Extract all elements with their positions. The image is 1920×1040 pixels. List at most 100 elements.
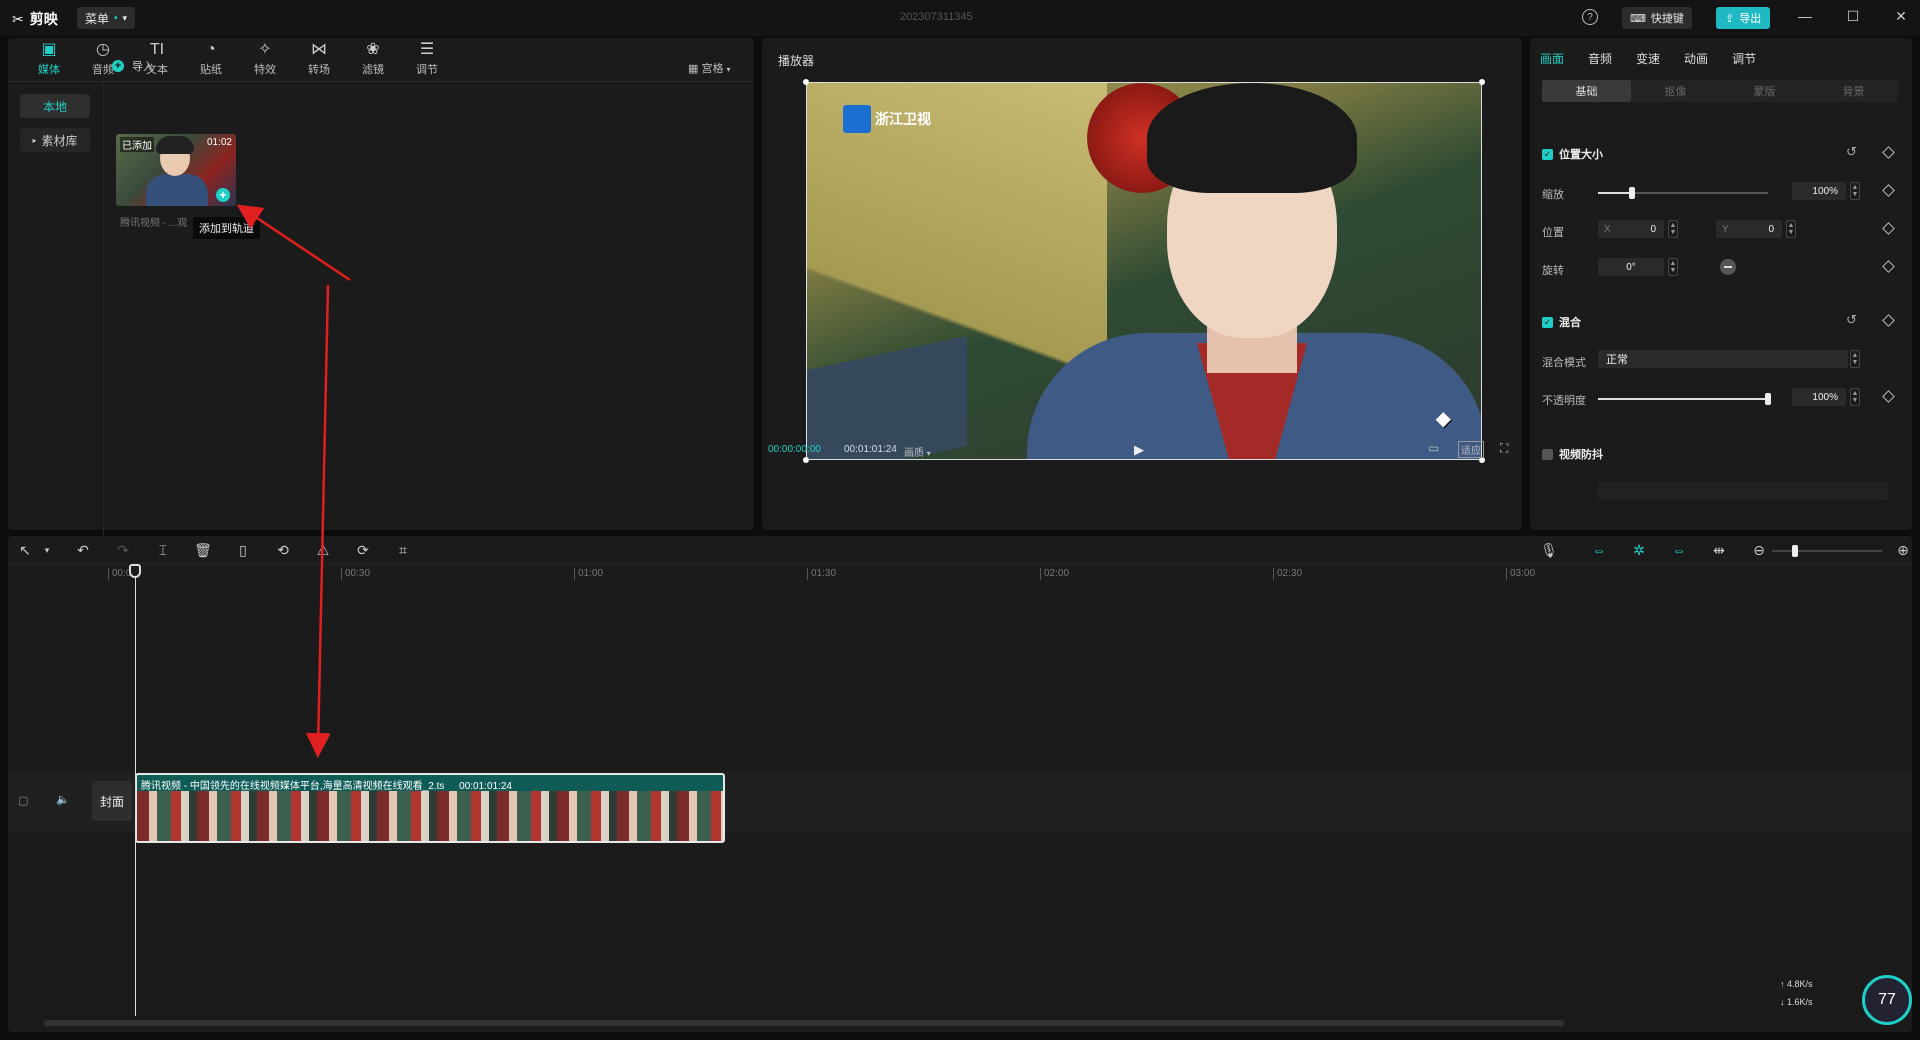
resize-handle[interactable] [803,79,809,85]
microphone-icon[interactable]: 🎙 [1540,542,1558,558]
help-icon[interactable]: ? [1582,9,1598,25]
sidebar-item-library[interactable]: ▸ 素材库 [20,128,90,152]
crop-icon[interactable]: ⌗ [394,542,412,558]
grid-icon: ▦ [688,63,699,75]
main-track-magnet-icon[interactable]: ⇔ [1590,542,1608,558]
track-lock-icon[interactable]: ▢ [18,794,28,807]
shortcut-button[interactable]: ⌨ 快捷键 [1622,7,1692,29]
fullscreen-icon[interactable]: ⛶ [1500,441,1508,456]
keyframe-icon[interactable] [1882,314,1895,327]
slider-knob[interactable] [1629,187,1635,199]
position-size-section[interactable]: ✓ 位置大小 [1542,146,1603,162]
redo-icon[interactable]: ↷ [114,542,132,558]
resize-handle[interactable] [803,457,809,463]
menu-button[interactable]: 菜单 • ▾ [77,7,136,29]
y-prefix: Y [1722,223,1729,235]
checkbox-checked-icon[interactable]: ✓ [1542,316,1553,328]
property-subtab[interactable]: 抠像 [1631,80,1720,102]
property-subtab[interactable]: 基础 [1542,80,1631,102]
maximize-icon[interactable]: ☐ [1843,8,1863,25]
rotate-dial[interactable] [1720,259,1736,275]
reset-icon[interactable]: ↺ [1846,144,1857,160]
opacity-slider[interactable] [1598,393,1771,405]
stabilize-section[interactable]: 视频防抖 [1542,446,1603,462]
property-tab[interactable]: 音频 [1588,50,1612,67]
keyframe-icon[interactable] [1882,146,1895,159]
time-ruler[interactable]: 00:00 00:30 01:00 01:30 02:00 02:30 03:00 [8,564,1912,584]
reverse-icon[interactable]: ⟲ [274,542,292,558]
scale-slider[interactable] [1598,187,1768,199]
blend-mode-select[interactable]: 正常 [1598,350,1848,368]
tab-sticker[interactable]: ◔ 贴纸 [184,38,238,81]
zoom-out-icon[interactable]: ⊖ [1750,542,1768,558]
play-icon[interactable]: ▶ [1134,442,1144,458]
property-tab[interactable]: 变速 [1636,50,1660,67]
property-tab[interactable]: 画面 [1540,50,1564,67]
rotate-stepper[interactable]: ▲ ▼ [1668,258,1678,276]
cover-button[interactable]: 封面 [92,781,132,821]
delete-icon[interactable]: 🗑 [194,542,212,558]
property-subtab[interactable]: 蒙版 [1720,80,1809,102]
resize-handle[interactable] [1479,79,1485,85]
property-tab[interactable]: 动画 [1684,50,1708,67]
preview-axis-icon[interactable]: ⇹ [1710,542,1728,558]
rotate-input[interactable]: 0° [1598,258,1664,276]
quality-dropdown[interactable]: 画质 ▾ [904,444,931,459]
minimize-icon[interactable]: — [1795,8,1815,24]
tab-filter[interactable]: ❀ 滤镜 [346,38,400,81]
tab-effects[interactable]: ✧ 特效 [238,38,292,81]
zoom-slider-knob[interactable] [1792,545,1798,557]
opacity-stepper[interactable]: ▲ ▼ [1850,388,1860,406]
opacity-input[interactable]: 100% [1792,388,1846,406]
keyframe-icon[interactable] [1882,184,1895,197]
keyframe-icon[interactable] [1882,222,1895,235]
tab-transition[interactable]: ⋈ 转场 [292,38,346,81]
chevron-down-icon[interactable]: ▾ [38,542,56,558]
playhead-handle[interactable] [129,564,141,578]
property-subtab[interactable]: 背景 [1809,80,1898,102]
tab-adjust[interactable]: ☰ 调节 [400,38,454,81]
linkage-icon[interactable]: ⇔ [1670,542,1688,558]
ratio-button[interactable]: 适应 [1458,441,1484,458]
auto-snap-icon[interactable]: ✲ [1630,542,1648,558]
track-audio-icon[interactable]: 🔈 [56,793,70,806]
scale-stepper[interactable]: ▲ ▼ [1850,182,1860,200]
blend-mode-stepper[interactable]: ▲ ▼ [1850,350,1860,368]
checkbox-unchecked-icon[interactable] [1542,448,1553,460]
position-x-input[interactable]: X 0 [1598,220,1664,238]
add-to-track-icon[interactable]: + [216,188,230,202]
zoom-slider[interactable] [1772,545,1882,557]
playhead-line[interactable] [135,566,136,1016]
adjust-icon: ☰ [419,41,435,58]
mirror-icon[interactable]: ⚠ [314,542,332,558]
split-icon[interactable]: ⌶ [154,542,172,558]
sidebar-item-local[interactable]: 本地 [20,94,90,118]
import-button[interactable]: + 导入 [112,58,154,74]
view-mode-dropdown[interactable]: ▦ 宫格 ▾ [688,60,731,76]
blend-section[interactable]: ✓ 混合 [1542,314,1581,330]
checkbox-checked-icon[interactable]: ✓ [1542,148,1553,160]
scale-input[interactable]: 100% [1792,182,1846,200]
position-y-stepper[interactable]: ▲ ▼ [1786,220,1796,238]
export-button[interactable]: ⇪ 导出 [1716,7,1771,29]
position-y-input[interactable]: Y 0 [1716,220,1782,238]
waveform-icon[interactable]: ▭ [1428,441,1439,455]
video-preview[interactable]: 浙江卫视 ◆ [806,82,1482,460]
zoom-in-icon[interactable]: ⊕ [1894,542,1912,558]
close-icon[interactable]: ✕ [1891,8,1911,25]
tab-media[interactable]: ▣ 媒体 [22,38,76,81]
slider-knob[interactable] [1765,393,1771,405]
undo-icon[interactable]: ↶ [74,542,92,558]
timeline-video-clip[interactable]: 腾讯视频 - 中国领先的在线视频媒体平台,海量高清视频在线观看_2.ts 00:… [135,773,725,843]
select-cursor-icon[interactable]: ↖ [16,542,34,558]
keyframe-icon[interactable] [1882,260,1895,273]
keyframe-icon[interactable] [1882,390,1895,403]
export-label: 导出 [1739,13,1762,25]
rotate-icon[interactable]: ⟳ [354,542,372,558]
reset-icon[interactable]: ↺ [1846,312,1857,328]
freeze-frame-icon[interactable]: ▯ [234,542,252,558]
media-clip-thumbnail[interactable]: 已添加 01:02 + [116,134,236,206]
position-x-stepper[interactable]: ▲ ▼ [1668,220,1678,238]
property-tab[interactable]: 调节 [1732,50,1756,67]
timeline-scrollbar[interactable] [44,1020,1564,1026]
